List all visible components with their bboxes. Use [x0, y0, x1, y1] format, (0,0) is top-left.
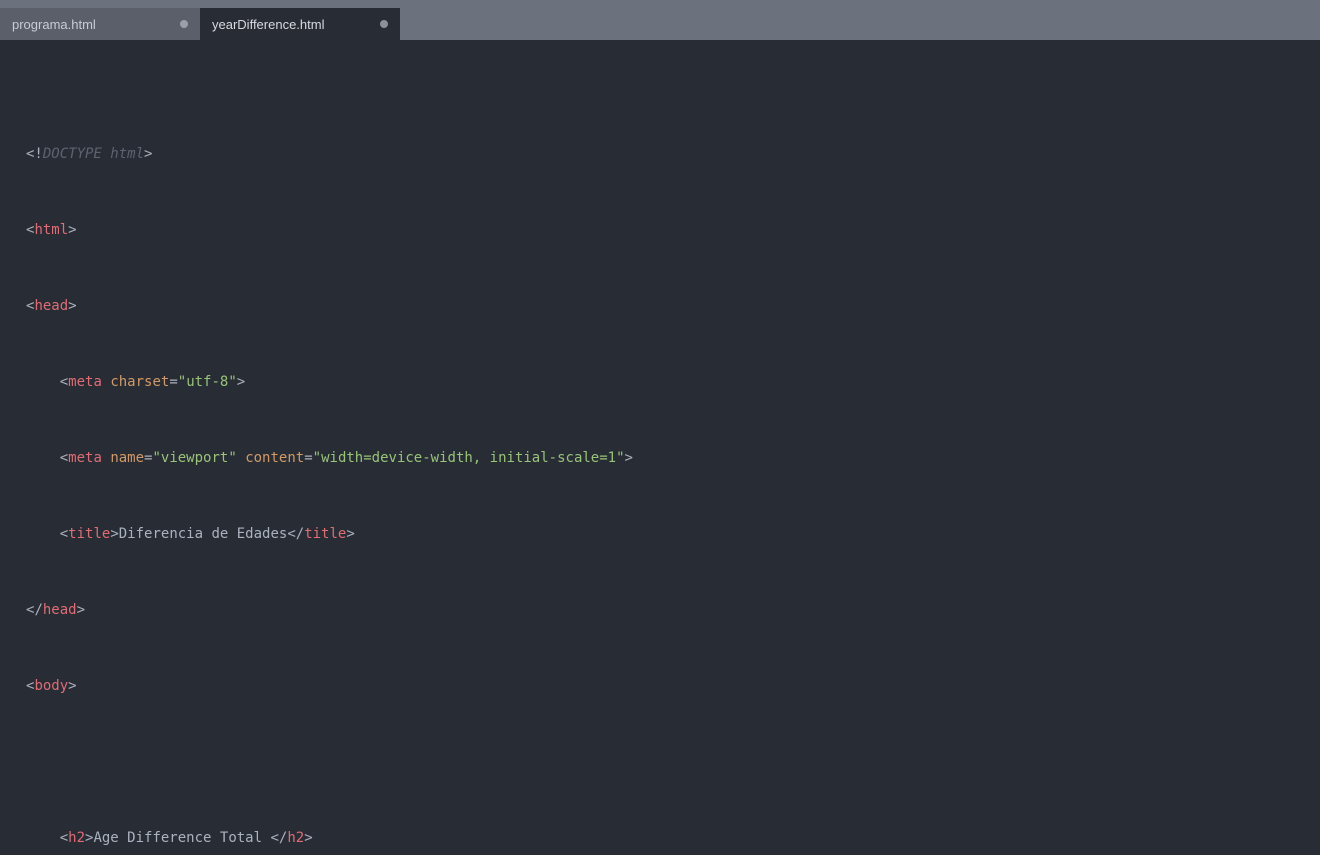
code-line: <head> [8, 297, 1320, 316]
code-line: <h2>Age Difference Total </h2> [8, 829, 1320, 848]
tab-bar-empty [400, 8, 1320, 40]
modified-dot-icon [180, 20, 188, 28]
tab-programa[interactable]: programa.html [0, 8, 200, 40]
code-line: <meta name="viewport" content="width=dev… [8, 449, 1320, 468]
tab-yeardifference[interactable]: yearDifference.html [200, 8, 400, 40]
tab-label: programa.html [12, 17, 96, 32]
editor-window: programa.html yearDifference.html <!DOCT… [0, 0, 1320, 855]
code-line: <html> [8, 221, 1320, 240]
code-line: <!DOCTYPE html> [8, 145, 1320, 164]
tab-bar: programa.html yearDifference.html [0, 8, 1320, 40]
code-line [8, 753, 1320, 772]
code-line: <meta charset="utf-8"> [8, 373, 1320, 392]
code-editor[interactable]: <!DOCTYPE html> <html> <head> <meta char… [0, 40, 1320, 855]
modified-dot-icon [380, 20, 388, 28]
code-line: <body> [8, 677, 1320, 696]
code-line: <title>Diferencia de Edades</title> [8, 525, 1320, 544]
code-line: </head> [8, 601, 1320, 620]
gutter [0, 40, 6, 855]
tab-label: yearDifference.html [212, 17, 324, 32]
window-titlebar [0, 0, 1320, 8]
